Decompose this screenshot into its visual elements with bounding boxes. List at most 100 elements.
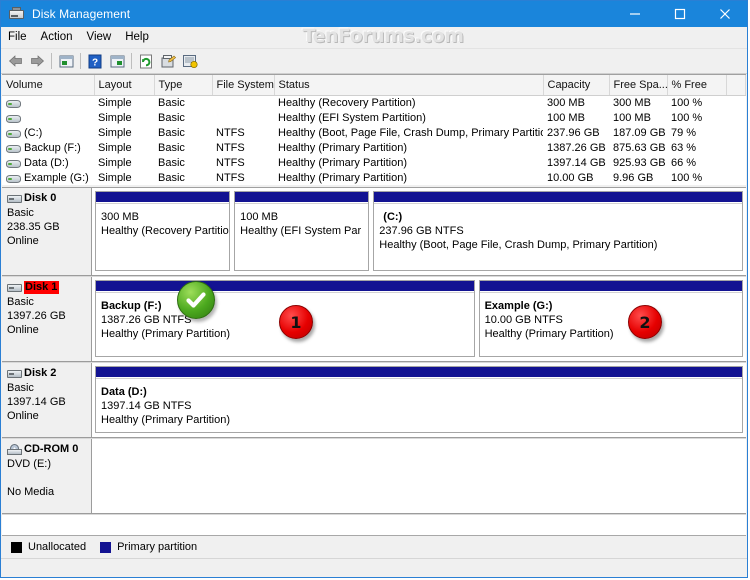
table-row[interactable]: SimpleBasicHealthy (Recovery Partition)3… (2, 96, 746, 112)
table-row[interactable]: SimpleBasicHealthy (EFI System Partition… (2, 111, 746, 126)
cell-filler (726, 111, 746, 126)
partition-color-bar (374, 192, 742, 203)
cell-layout: Simple (94, 141, 154, 156)
cell-file-system: NTFS (212, 171, 274, 185)
partition-size: 100 MB (240, 210, 363, 224)
cell-percent-free: 100 % (667, 111, 726, 126)
disk-state-2: Online (7, 409, 91, 423)
hard-disk-icon (7, 193, 22, 204)
help-icon[interactable]: ? (84, 50, 106, 72)
cell-file-system (212, 111, 274, 126)
cell-capacity: 10.00 GB (543, 171, 609, 185)
legend-swatch-primary-partition (100, 542, 111, 553)
cell-volume (2, 111, 94, 126)
disk-management-window: Disk Management File Action View Help Te… (0, 0, 748, 578)
cell-type: Basic (154, 126, 212, 141)
cell-free-space: 9.96 GB (609, 171, 667, 185)
partition-efi[interactable]: 100 MB Healthy (EFI System Par (234, 191, 369, 271)
column-header-status[interactable]: Status (274, 75, 543, 96)
partition-color-bar (96, 192, 229, 203)
cdrom-info[interactable]: CD-ROM 0 DVD (E:) No Media (2, 439, 92, 514)
column-header-file-system[interactable]: File System (212, 75, 274, 96)
cell-status: Healthy (EFI System Partition) (274, 111, 543, 126)
column-header-volume[interactable]: Volume (2, 75, 94, 96)
disk-type-2: Basic (7, 381, 91, 395)
table-row[interactable]: (C:)SimpleBasicNTFSHealthy (Boot, Page F… (2, 126, 746, 141)
table-row[interactable]: Example (G:)SimpleBasicNTFSHealthy (Prim… (2, 171, 746, 185)
disk-type-0: Basic (7, 206, 91, 220)
graphical-disk-pane[interactable]: Disk 0 Basic 238.35 GB Online 300 MB Hea… (2, 187, 746, 535)
cell-status: Healthy (Primary Partition) (274, 156, 543, 171)
partition-color-bar (480, 281, 742, 292)
maximize-button[interactable] (657, 1, 702, 27)
minimize-button[interactable] (612, 1, 657, 27)
cell-type: Basic (154, 111, 212, 126)
menu-view[interactable]: View (80, 28, 119, 47)
cell-volume-label: Backup (F:) (24, 142, 81, 155)
disk-type-1: Basic (7, 295, 91, 309)
partition-status: Healthy (Boot, Page File, Crash Dump, Pr… (379, 238, 737, 252)
cell-capacity: 237.96 GB (543, 126, 609, 141)
partition-name: Example (G:) (485, 299, 737, 313)
volume-icon (6, 99, 21, 109)
column-header-layout[interactable]: Layout (94, 75, 154, 96)
cell-type: Basic (154, 171, 212, 185)
disk-info-0[interactable]: Disk 0 Basic 238.35 GB Online (2, 188, 92, 276)
partition-status: Healthy (Primary Partition) (485, 327, 737, 341)
menu-action[interactable]: Action (34, 28, 80, 47)
disk-state-1: Online (7, 323, 91, 337)
disk-row-1[interactable]: Disk 1 Basic 1397.26 GB Online Backup (F… (2, 277, 746, 363)
cdrom-icon (7, 444, 22, 456)
properties-icon[interactable] (157, 50, 179, 72)
cell-layout: Simple (94, 156, 154, 171)
column-header-capacity[interactable]: Capacity (543, 75, 609, 96)
cell-file-system (212, 96, 274, 112)
cell-status: Healthy (Boot, Page File, Crash Dump, Pr… (274, 126, 543, 141)
cell-file-system: NTFS (212, 156, 274, 171)
toolbar-separator (51, 53, 52, 69)
partition-name: (C:) (379, 210, 737, 224)
disk-info-2[interactable]: Disk 2 Basic 1397.14 GB Online (2, 363, 92, 438)
partition-status: Healthy (Recovery Partition) (101, 224, 224, 238)
disk-row-cdrom[interactable]: CD-ROM 0 DVD (E:) No Media (2, 439, 746, 515)
back-icon[interactable] (4, 50, 26, 72)
menu-help[interactable]: Help (118, 28, 156, 47)
toolbar-separator (80, 53, 81, 69)
partition-example-g[interactable]: Example (G:) 10.00 GB NTFS Healthy (Prim… (479, 280, 743, 357)
disk-info-1[interactable]: Disk 1 Basic 1397.26 GB Online (2, 277, 92, 362)
table-row[interactable]: Data (D:)SimpleBasicNTFSHealthy (Primary… (2, 156, 746, 171)
legend: Unallocated Primary partition (2, 535, 746, 558)
show-hide-action-pane-icon[interactable] (106, 50, 128, 72)
partition-c[interactable]: (C:) 237.96 GB NTFS Healthy (Boot, Page … (373, 191, 743, 271)
hard-disk-icon (7, 368, 22, 379)
column-header-free-space[interactable]: Free Spa... (609, 75, 667, 96)
partition-data-d[interactable]: Data (D:) 1397.14 GB NTFS Healthy (Prima… (95, 366, 743, 433)
show-hide-console-tree-icon[interactable] (55, 50, 77, 72)
table-row[interactable]: Backup (F:)SimpleBasicNTFSHealthy (Prima… (2, 141, 746, 156)
volume-list[interactable]: Volume Layout Type File System Status Ca… (2, 74, 746, 185)
column-header-filler (726, 75, 746, 96)
partition-name: Data (D:) (101, 385, 737, 399)
partition-color-bar (96, 367, 742, 378)
refresh-icon[interactable] (135, 50, 157, 72)
cell-type: Basic (154, 156, 212, 171)
legend-label-primary-partition: Primary partition (117, 541, 197, 553)
forward-icon[interactable] (26, 50, 48, 72)
column-header-percent-free[interactable]: % Free (667, 75, 726, 96)
partition-color-bar (96, 281, 474, 292)
close-button[interactable] (702, 1, 747, 27)
disk-graph-2: Data (D:) 1397.14 GB NTFS Healthy (Prima… (92, 363, 746, 438)
column-header-type[interactable]: Type (154, 75, 212, 96)
disk-size-0: 238.35 GB (7, 220, 91, 234)
menu-file[interactable]: File (1, 28, 34, 47)
title-bar: Disk Management (1, 1, 747, 27)
partition-size: 1397.14 GB NTFS (101, 399, 737, 413)
toolbar-separator (131, 53, 132, 69)
disk-row-2[interactable]: Disk 2 Basic 1397.14 GB Online Data (D:)… (2, 363, 746, 439)
cell-capacity: 1397.14 GB (543, 156, 609, 171)
disk-row-0[interactable]: Disk 0 Basic 238.35 GB Online 300 MB Hea… (2, 188, 746, 277)
partition-recovery[interactable]: 300 MB Healthy (Recovery Partition) (95, 191, 230, 271)
volume-icon (6, 114, 21, 124)
menu-bar: File Action View Help (1, 27, 747, 49)
rescan-disks-icon[interactable] (179, 50, 201, 72)
